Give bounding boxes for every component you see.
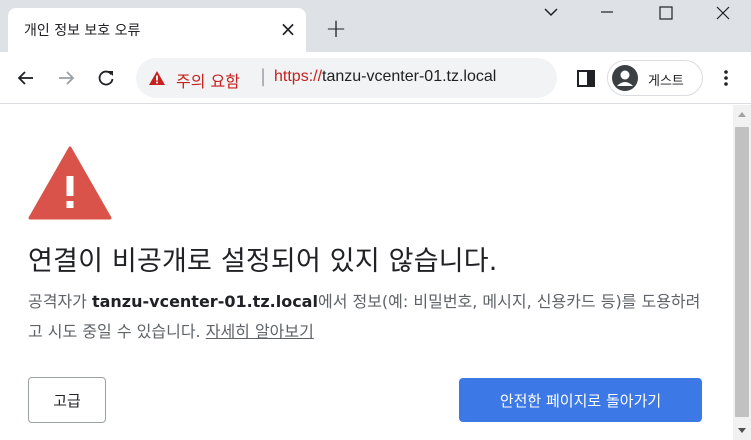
new-tab-button[interactable]: + xyxy=(322,16,350,44)
learn-more-link[interactable]: 자세히 알아보기 xyxy=(206,322,314,341)
scroll-up-icon[interactable] xyxy=(733,105,751,125)
side-panel-icon[interactable] xyxy=(572,64,600,92)
maximize-icon[interactable] xyxy=(646,6,686,30)
scroll-down-icon[interactable] xyxy=(733,420,751,440)
kebab-menu-icon[interactable] xyxy=(712,64,740,92)
warning-triangle-icon xyxy=(149,71,165,85)
page-title: 연결이 비공개로 설정되어 있지 않습니다. xyxy=(28,246,498,277)
close-window-icon[interactable] xyxy=(703,6,743,30)
url-scheme: https:// xyxy=(274,68,323,85)
tab-strip: 개인 정보 보호 오류 × + xyxy=(0,0,751,52)
tab-title: 개인 정보 보호 오류 xyxy=(24,23,141,39)
arrow-right-icon[interactable] xyxy=(52,64,80,92)
security-warning-label[interactable]: 주의 요함 xyxy=(176,68,240,92)
profile-label: 게스트 xyxy=(648,74,684,89)
explanation-host: tanzu-vcenter-01.tz.local xyxy=(91,292,318,311)
toolbar: 주의 요함 | https://tanzu-vcenter-01.tz.loca… xyxy=(0,52,751,104)
advanced-button[interactable]: 고급 xyxy=(28,377,106,423)
avatar-icon xyxy=(612,65,638,91)
omnibox-separator: | xyxy=(260,66,267,87)
minimize-icon[interactable] xyxy=(587,6,627,30)
explanation-prefix: 공격자가 xyxy=(28,292,92,311)
explanation-text: 공격자가 tanzu-vcenter-01.tz.local에서 정보(예: 비… xyxy=(28,287,708,347)
back-to-safety-button[interactable]: 안전한 페이지로 돌아가기 xyxy=(459,378,702,422)
url-host: tanzu-vcenter-01.tz.local xyxy=(322,68,497,85)
url-text[interactable]: https://tanzu-vcenter-01.tz.local xyxy=(274,68,496,86)
arrow-left-icon[interactable] xyxy=(12,64,40,92)
scroll-thumb[interactable] xyxy=(735,127,749,417)
tab-search-chevron-icon[interactable] xyxy=(531,6,571,30)
active-tab[interactable]: 개인 정보 보호 오류 × xyxy=(8,8,306,52)
address-bar[interactable]: 주의 요함 | https://tanzu-vcenter-01.tz.loca… xyxy=(136,58,557,98)
warning-triangle-icon xyxy=(28,146,112,220)
tab-close-icon[interactable]: × xyxy=(277,18,299,40)
profile-button[interactable]: 게스트 xyxy=(607,60,703,96)
scrollbar[interactable] xyxy=(733,105,751,440)
reload-icon[interactable] xyxy=(92,64,120,92)
interstitial-page: 연결이 비공개로 설정되어 있지 않습니다. 공격자가 tanzu-vcente… xyxy=(0,105,733,440)
